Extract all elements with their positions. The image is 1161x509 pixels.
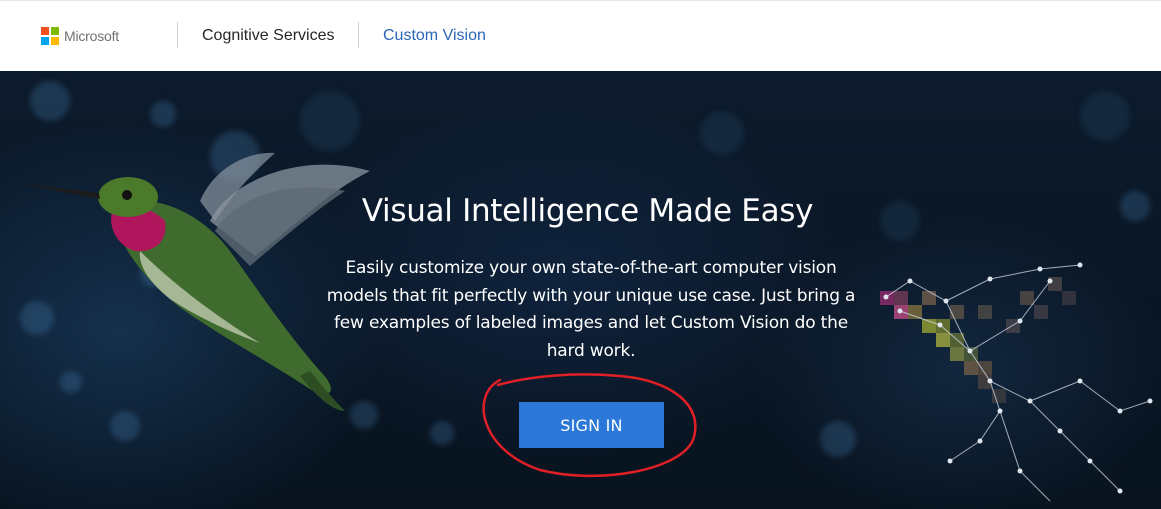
microsoft-logo-icon bbox=[41, 27, 59, 45]
nav-divider bbox=[358, 22, 359, 48]
bokeh-light bbox=[1080, 91, 1130, 141]
hero-title: Visual Intelligence Made Easy bbox=[0, 193, 1161, 229]
hero-title-text: Visual Intelligence Made Easy bbox=[361, 193, 814, 229]
wireframe-bird-graphic bbox=[880, 262, 1153, 502]
hero-description: Easily customize your own state-of-the-a… bbox=[326, 258, 856, 361]
hero-banner: Visual Intelligence Made Easy Easily cus… bbox=[0, 71, 1161, 509]
bokeh-light bbox=[700, 111, 744, 155]
sign-in-button[interactable]: SIGN IN bbox=[519, 402, 664, 448]
microsoft-wordmark: Microsoft bbox=[64, 28, 119, 44]
microsoft-logo[interactable]: Microsoft bbox=[41, 27, 119, 45]
top-navigation-bar: Microsoft Cognitive Services Custom Visi… bbox=[0, 0, 1161, 71]
nav-link-cognitive-services[interactable]: Cognitive Services bbox=[202, 27, 335, 45]
nav-divider bbox=[177, 22, 178, 48]
nav-link-custom-vision[interactable]: Custom Vision bbox=[383, 27, 486, 45]
